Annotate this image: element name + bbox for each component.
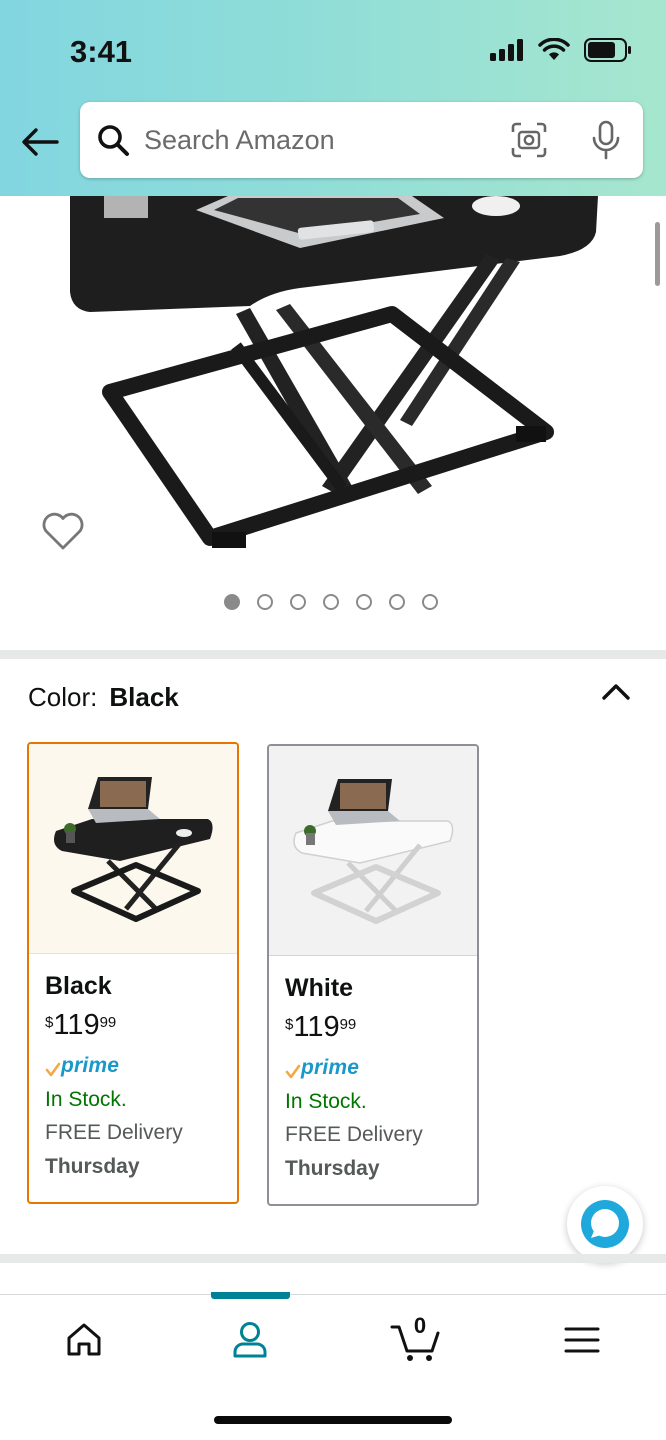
carousel-dot[interactable] — [356, 594, 372, 610]
color-option-white[interactable]: White $119 99 prime In Stock. FREE Delive… — [267, 744, 479, 1206]
delivery-text: FREE Delivery — [285, 1123, 423, 1146]
color-label: Color: — [28, 682, 98, 712]
carousel-dot[interactable] — [224, 594, 240, 610]
color-option-black[interactable]: Black $119 99 prime In Stock. FREE Delive… — [27, 742, 239, 1204]
carousel-dot[interactable] — [389, 594, 405, 610]
section-divider — [0, 650, 666, 659]
nav-home[interactable] — [54, 1315, 114, 1365]
back-arrow-icon — [22, 128, 59, 156]
delivery-day: Thursday — [285, 1157, 380, 1180]
prime-label: prime — [61, 1054, 120, 1077]
alexa-icon — [581, 1200, 629, 1248]
active-tab-indicator — [211, 1292, 290, 1299]
cellular-signal-icon — [490, 39, 523, 61]
cart-count: 0 — [413, 1313, 427, 1338]
wishlist-button[interactable] — [40, 510, 86, 556]
product-photo — [70, 196, 598, 548]
carousel-dot[interactable] — [323, 594, 339, 610]
option-price: $119 99 — [45, 1010, 237, 1044]
carousel-dot[interactable] — [290, 594, 306, 610]
nav-menu[interactable] — [552, 1315, 612, 1365]
color-selected-value: Black — [109, 682, 179, 712]
camera-search-button[interactable] — [511, 122, 547, 163]
heart-icon — [42, 512, 84, 550]
carousel-dot[interactable] — [422, 594, 438, 610]
carousel-dot[interactable] — [257, 594, 273, 610]
back-button[interactable] — [18, 122, 62, 162]
microphone-icon — [592, 120, 620, 160]
stock-status: In Stock. — [45, 1088, 127, 1111]
status-time: 3:41 — [70, 34, 133, 69]
wifi-icon — [538, 38, 570, 60]
prime-check-icon — [285, 1064, 301, 1079]
section-divider — [0, 1254, 666, 1263]
color-selector-heading: Color: Black — [28, 682, 179, 713]
search-input[interactable] — [144, 124, 474, 156]
price-fraction: 99 — [339, 1016, 357, 1033]
product-thumbnail-black — [54, 776, 213, 922]
price-fraction: 99 — [99, 1014, 117, 1031]
search-icon — [98, 125, 129, 156]
nav-account[interactable] — [220, 1315, 280, 1365]
delivery-text: FREE Delivery — [45, 1121, 183, 1144]
app-header: 3:41 — [0, 0, 666, 196]
option-name: Black — [45, 972, 112, 1000]
scrollbar[interactable] — [655, 222, 660, 286]
voice-search-button[interactable] — [591, 120, 621, 165]
delivery-day: Thursday — [45, 1155, 140, 1178]
status-icons — [490, 38, 632, 62]
chevron-up-icon — [602, 684, 630, 700]
prime-label: prime — [301, 1056, 360, 1079]
home-icon — [67, 1323, 101, 1356]
nav-cart[interactable]: 0 — [386, 1313, 446, 1365]
collapse-button[interactable] — [600, 678, 632, 704]
swatch-image — [269, 746, 477, 956]
menu-icon — [564, 1327, 600, 1353]
price-whole: 119 — [53, 1009, 100, 1041]
price-symbol: $ — [45, 1014, 54, 1031]
price-whole: 119 — [293, 1011, 340, 1043]
prime-badge: prime — [285, 1050, 477, 1080]
camera-scan-icon — [511, 122, 547, 158]
option-price: $119 99 — [285, 1012, 477, 1046]
option-name: White — [285, 974, 354, 1002]
image-carousel-dots[interactable] — [224, 594, 438, 610]
product-thumbnail-white — [293, 778, 454, 924]
search-bar[interactable] — [80, 102, 643, 178]
swatch-image — [29, 744, 237, 954]
prime-badge: prime — [45, 1048, 237, 1078]
account-icon — [233, 1322, 267, 1358]
home-indicator[interactable] — [214, 1416, 452, 1424]
price-symbol: $ — [285, 1016, 294, 1033]
product-image[interactable] — [0, 196, 666, 646]
stock-status: In Stock. — [285, 1090, 367, 1113]
battery-icon — [584, 38, 631, 62]
alexa-button[interactable] — [567, 1186, 643, 1262]
prime-check-icon — [45, 1062, 61, 1077]
